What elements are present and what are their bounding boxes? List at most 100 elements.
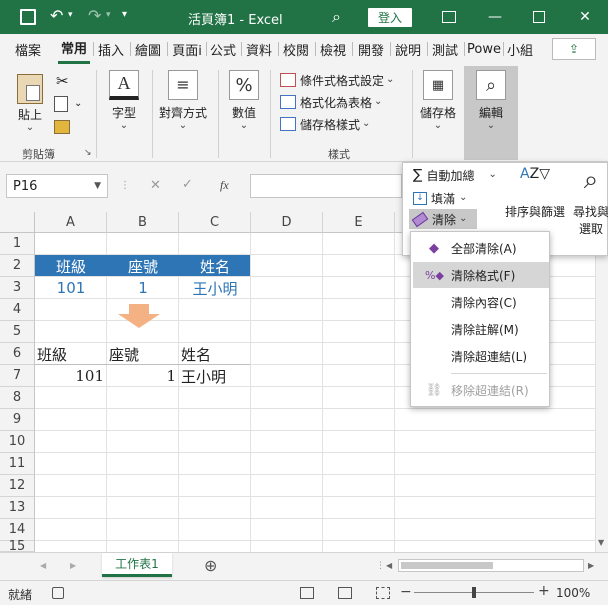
row-header[interactable]: 10 (0, 431, 35, 453)
cell-a2[interactable]: 班級 (35, 255, 107, 277)
cell-c6[interactable]: 姓名 (181, 343, 251, 365)
cut-icon[interactable]: ✂ (56, 72, 69, 90)
tab-help[interactable]: 說明 (392, 34, 424, 64)
clear-button[interactable]: 清除 ⌄ (409, 209, 477, 229)
save-icon[interactable] (20, 9, 36, 25)
close-button[interactable]: ✕ (562, 0, 608, 34)
row-header[interactable]: 7 (0, 365, 35, 387)
menu-item-remove-hyperlinks[interactable]: ⛓ 移除超連結(R) (413, 377, 549, 403)
page-layout-view-icon[interactable] (338, 587, 352, 599)
paste-button[interactable]: 貼上 ⌄ (12, 74, 48, 133)
row-header[interactable]: 12 (0, 475, 35, 497)
formula-input[interactable] (250, 174, 402, 198)
row-header[interactable]: 8 (0, 387, 35, 409)
column-header-b[interactable]: B (107, 212, 179, 233)
enter-icon[interactable]: ✓ (182, 177, 193, 192)
tab-split-grip-icon[interactable]: ⋮ (376, 561, 385, 571)
find-select-button[interactable]: ⌕ 尋找與 選取 (571, 167, 608, 236)
format-painter-icon[interactable] (54, 120, 70, 134)
horizontal-scrollbar[interactable] (398, 559, 584, 572)
row-header[interactable]: 9 (0, 409, 35, 431)
ribbon-display-options-icon[interactable] (426, 0, 472, 34)
zoom-in-icon[interactable]: + (538, 583, 550, 599)
menu-item-clear-hyperlinks[interactable]: 清除超連結(L) (413, 343, 549, 369)
copy-dropdown-icon[interactable]: ⌄ (74, 98, 82, 109)
column-header-d[interactable]: D (251, 212, 323, 233)
tab-page-layout[interactable]: 頁面i (169, 34, 205, 64)
tab-review[interactable]: 校閱 (280, 34, 312, 64)
tab-power[interactable]: Powe (466, 34, 502, 64)
cell-a7[interactable]: 101 (35, 365, 104, 387)
tab-home[interactable]: 常用 (58, 34, 90, 64)
cell-a3[interactable]: 101 (35, 277, 107, 299)
cell-b2[interactable]: 座號 (107, 255, 179, 277)
row-header[interactable]: 3 (0, 277, 35, 299)
editing-button[interactable]: ⌕ 編輯 ⌄ (464, 66, 518, 160)
share-button[interactable]: ⇪ (552, 38, 596, 60)
sheet-scroll-left-icon[interactable]: ◀ (40, 561, 46, 570)
row-header[interactable]: 11 (0, 453, 35, 475)
maximize-button[interactable] (516, 0, 562, 34)
normal-view-icon[interactable] (300, 587, 314, 599)
name-box[interactable]: P16 ▼ (6, 174, 108, 198)
cell-b6[interactable]: 座號 (109, 343, 179, 365)
page-break-view-icon[interactable] (376, 587, 390, 599)
row-header[interactable]: 6 (0, 343, 35, 365)
row-header[interactable]: 13 (0, 497, 35, 519)
zoom-slider-thumb[interactable] (472, 587, 476, 598)
sign-in-button[interactable]: 登入 (368, 8, 412, 27)
insert-function-icon[interactable]: fx (220, 178, 229, 193)
select-all-corner[interactable] (0, 212, 35, 233)
tab-view[interactable]: 檢視 (317, 34, 349, 64)
cancel-icon[interactable]: ✕ (150, 178, 161, 193)
row-header[interactable]: 1 (0, 233, 35, 255)
clipboard-launcher-icon[interactable]: ↘ (84, 148, 92, 158)
tab-draw[interactable]: 繪圖 (132, 34, 164, 64)
menu-item-clear-all[interactable]: ◆ 全部清除(A) (413, 235, 549, 261)
menu-item-clear-contents[interactable]: 清除內容(C) (413, 289, 549, 315)
number-button[interactable]: % 數值 ⌄ (226, 70, 262, 131)
fill-button[interactable]: ↓ 填滿 ⌄ (413, 188, 467, 208)
row-header[interactable]: 15 (0, 539, 35, 554)
cell-a6[interactable]: 班級 (37, 343, 107, 365)
cell-b3[interactable]: 1 (107, 277, 179, 299)
sort-filter-button[interactable]: AZ▽ 排序與篩選 (503, 167, 567, 231)
cell-c7[interactable]: 王小明 (181, 365, 251, 387)
zoom-slider[interactable] (414, 587, 534, 598)
tab-test[interactable]: 測試 (429, 34, 461, 64)
menu-item-clear-comments[interactable]: 清除註解(M) (413, 316, 549, 342)
tab-team[interactable]: 小組 (505, 34, 535, 64)
down-arrow-shape[interactable] (118, 304, 160, 328)
tab-file[interactable]: 檔案 (10, 34, 46, 64)
format-as-table-button[interactable]: 格式化為表格 ⌄ (280, 92, 382, 112)
scroll-down-arrow-icon[interactable]: ▼ (598, 538, 604, 547)
conditional-formatting-button[interactable]: 條件式格式設定 ⌄ (280, 70, 394, 90)
hscroll-right-icon[interactable]: ▶ (588, 561, 594, 570)
column-header-c[interactable]: C (179, 212, 251, 233)
font-button[interactable]: A 字型 ⌄ (106, 70, 142, 131)
tab-insert[interactable]: 插入 (95, 34, 127, 64)
column-header-e[interactable]: E (323, 212, 395, 233)
minimize-button[interactable]: — (472, 0, 518, 34)
row-header[interactable]: 2 (0, 255, 35, 277)
name-box-dropdown-icon[interactable]: ▼ (94, 181, 101, 191)
search-icon[interactable]: ⌕ (332, 7, 341, 27)
cell-b7[interactable]: 1 (107, 365, 176, 387)
tab-data[interactable]: 資料 (243, 34, 275, 64)
column-header-a[interactable]: A (35, 212, 107, 233)
redo-dropdown-icon[interactable]: ▾ (106, 10, 111, 20)
cell-c2[interactable]: 姓名 (179, 255, 251, 277)
sheet-scroll-right-icon[interactable]: ▶ (70, 561, 76, 570)
tab-developer[interactable]: 開發 (354, 34, 388, 64)
cell-styles-button[interactable]: 儲存格樣式 ⌄ (280, 114, 370, 134)
menu-item-clear-formats[interactable]: %◆ 清除格式(F) (413, 262, 549, 288)
add-sheet-icon[interactable]: ⊕ (204, 556, 217, 575)
cell-c3[interactable]: 王小明 (179, 277, 251, 299)
copy-icon[interactable] (54, 96, 68, 112)
row-header[interactable]: 4 (0, 299, 35, 321)
sheet-tab-active[interactable]: 工作表1 (102, 553, 172, 577)
redo-icon[interactable]: ↷ (88, 6, 101, 25)
tab-formulas[interactable]: 公式 (208, 34, 238, 64)
hscroll-left-icon[interactable]: ◀ (386, 561, 392, 570)
page-status-icon[interactable] (52, 587, 64, 599)
